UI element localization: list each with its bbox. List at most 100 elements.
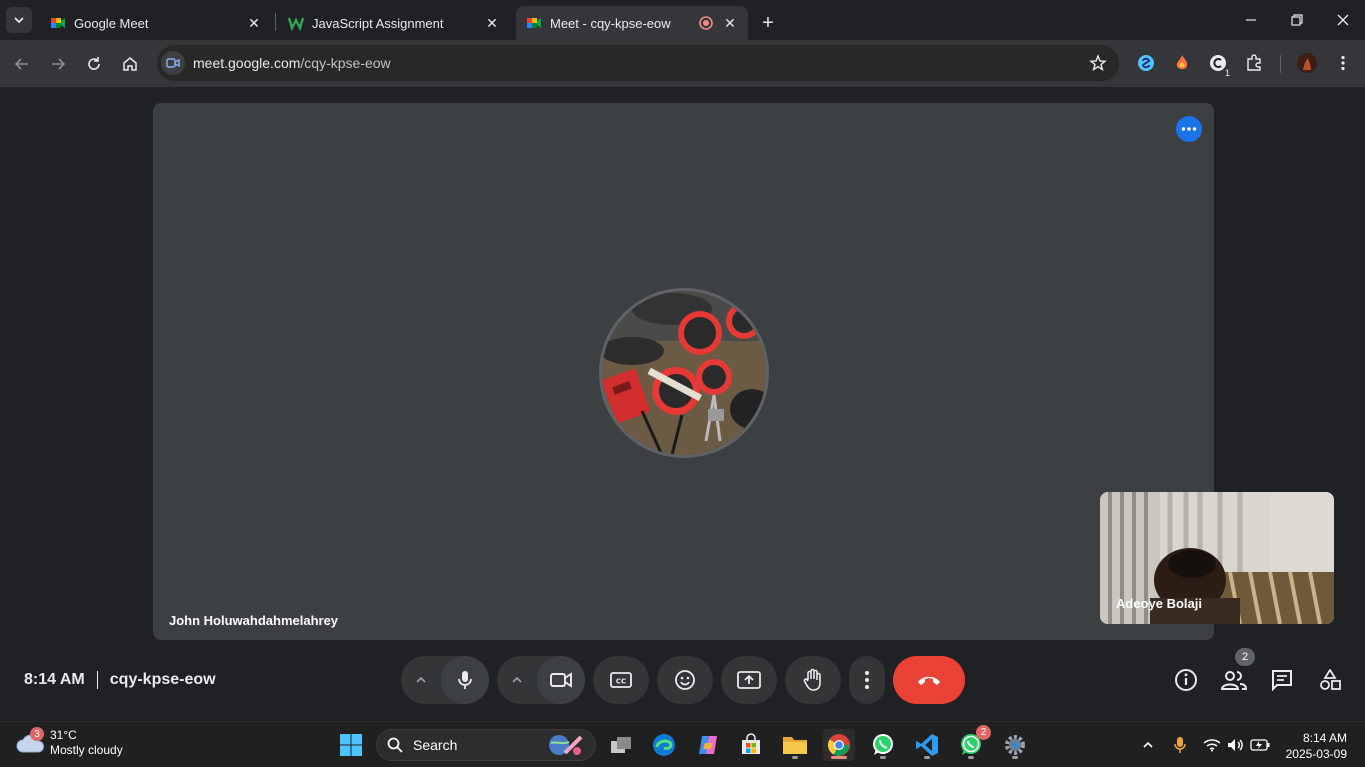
browser-menu-button[interactable]	[1331, 51, 1355, 75]
back-button[interactable]	[9, 51, 35, 77]
taskbar-app-store[interactable]	[735, 729, 767, 761]
task-view-button[interactable]	[605, 729, 637, 761]
activities-shapes-icon	[1320, 669, 1341, 690]
tab-title: JavaScript Assignment	[312, 15, 444, 31]
activities-button[interactable]	[1316, 666, 1344, 694]
new-tab-button[interactable]: +	[752, 6, 784, 40]
site-info-button[interactable]	[161, 51, 185, 75]
tab-search-button[interactable]	[6, 7, 32, 33]
close-icon[interactable]: ✕	[246, 15, 262, 31]
address-bar[interactable]: meet.google.com/cqy-kpse-eow	[157, 45, 1119, 81]
restore-icon	[1291, 14, 1303, 26]
microphone-in-use-indicator[interactable]	[1169, 734, 1191, 756]
taskbar-search-box[interactable]: Search	[376, 729, 596, 761]
extension-button[interactable]	[1170, 51, 1194, 75]
video-options-button[interactable]	[497, 656, 537, 704]
profile-button[interactable]	[1295, 51, 1319, 75]
people-button[interactable]	[1220, 666, 1248, 694]
bookmark-button[interactable]	[1089, 54, 1107, 77]
taskbar-app-file-explorer[interactable]	[779, 729, 811, 761]
home-button[interactable]	[117, 51, 143, 77]
reload-icon	[88, 57, 100, 70]
show-hidden-icons-button[interactable]	[1137, 734, 1159, 756]
minimize-icon	[1246, 19, 1256, 21]
battery-status[interactable]	[1249, 734, 1271, 756]
close-icon[interactable]: ✕	[722, 15, 738, 31]
vscode-icon	[916, 734, 938, 756]
participant-avatar	[599, 288, 769, 458]
captions-button[interactable]: CC	[593, 656, 649, 704]
taskbar-app-settings[interactable]	[999, 729, 1031, 761]
self-view-tile[interactable]: Adeoye Bolaji	[1100, 492, 1334, 624]
start-button[interactable]	[335, 729, 367, 761]
taskbar-app-copilot[interactable]	[692, 729, 724, 761]
system-clock[interactable]: 8:14 AM 2025-03-09	[1286, 730, 1347, 762]
whatsapp-notification-badge: 2	[976, 725, 991, 740]
search-label: Search	[413, 737, 458, 753]
network-status[interactable]	[1201, 734, 1223, 756]
extension-button[interactable]	[1134, 51, 1158, 75]
emoji-icon	[675, 670, 695, 690]
hang-up-icon	[918, 676, 940, 685]
url-host: meet.google.com	[193, 55, 301, 71]
running-indicator	[831, 756, 847, 759]
more-horizontal-icon	[1181, 127, 1197, 131]
weather-widget[interactable]: 3 31°C Mostly cloudy	[16, 727, 123, 758]
leave-call-button[interactable]	[893, 656, 965, 704]
chat-icon	[1272, 670, 1292, 691]
info-icon	[1175, 669, 1197, 691]
raise-hand-button[interactable]	[785, 656, 841, 704]
extensions-menu-button[interactable]	[1242, 51, 1266, 75]
hand-icon	[803, 668, 821, 691]
close-icon[interactable]: ✕	[484, 15, 500, 31]
taskbar-app-chrome[interactable]	[823, 729, 855, 761]
plus-icon: +	[762, 11, 774, 34]
close-icon	[1337, 14, 1349, 26]
main-participant-tile[interactable]: John Holuwahdahmelahrey	[153, 103, 1214, 640]
star-icon	[1089, 54, 1107, 72]
tab-meet-active[interactable]: Meet - cqy-kpse-eow ✕	[516, 6, 748, 40]
arrow-left-icon	[14, 58, 28, 70]
chevron-up-icon	[512, 676, 522, 683]
gear-icon	[1005, 735, 1025, 755]
assignment-w-icon	[288, 17, 304, 31]
people-icon	[1221, 671, 1247, 690]
more-options-button[interactable]	[849, 656, 885, 704]
taskbar-app-whatsapp[interactable]: 2	[955, 725, 991, 761]
extension-s-icon	[1138, 55, 1154, 71]
audio-options-button[interactable]	[401, 656, 441, 704]
microphone-button[interactable]	[441, 656, 489, 704]
present-screen-button[interactable]	[721, 656, 777, 704]
close-window-button[interactable]	[1320, 0, 1365, 40]
search-highlight-icon	[549, 735, 583, 755]
minimize-button[interactable]	[1228, 0, 1274, 40]
meeting-details-button[interactable]	[1172, 666, 1200, 694]
recording-icon	[699, 16, 713, 30]
clock-date: 2025-03-09	[1285, 747, 1347, 761]
reactions-button[interactable]	[657, 656, 713, 704]
taskbar-app-whatsapp-web[interactable]	[867, 729, 899, 761]
volume-control[interactable]	[1225, 734, 1247, 756]
tab-google-meet[interactable]: Google Meet ✕	[40, 6, 272, 40]
reload-button[interactable]	[81, 51, 107, 77]
present-screen-icon	[737, 671, 761, 689]
meeting-details: 8:14 AM cqy-kpse-eow	[24, 671, 216, 689]
closed-captions-icon: CC	[610, 672, 632, 688]
camera-button[interactable]	[537, 656, 585, 704]
clock-time: 8:14 AM	[1302, 731, 1347, 745]
chat-button[interactable]	[1268, 666, 1296, 694]
weather-alert-badge: 3	[30, 727, 44, 741]
speaker-icon	[1228, 739, 1243, 751]
self-participant-name: Adeoye Bolaji	[1116, 596, 1202, 611]
restore-button[interactable]	[1274, 0, 1320, 40]
tab-title: Meet - cqy-kpse-eow	[550, 15, 671, 31]
taskbar-app-edge[interactable]	[648, 729, 680, 761]
running-indicator	[924, 756, 930, 759]
tile-options-button[interactable]	[1176, 116, 1202, 142]
extension-button[interactable]: 1	[1206, 51, 1232, 78]
taskbar-app-vscode[interactable]	[911, 729, 943, 761]
forward-button[interactable]	[45, 51, 71, 77]
microphone-icon	[458, 671, 472, 689]
battery-charging-icon	[1250, 739, 1270, 751]
tab-javascript-assignment[interactable]: JavaScript Assignment ✕	[278, 6, 510, 40]
